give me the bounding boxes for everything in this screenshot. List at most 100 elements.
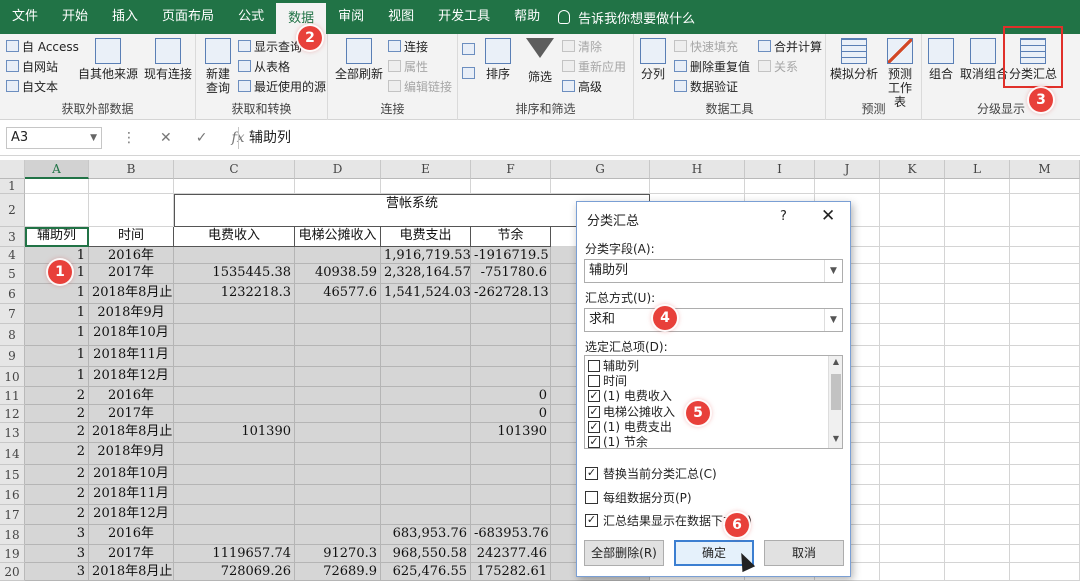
column-header-d[interactable]: D (295, 160, 381, 179)
cell[interactable]: 2016年 (89, 525, 174, 545)
cell[interactable] (880, 247, 945, 264)
cell[interactable] (945, 346, 1010, 367)
more-options-icon[interactable]: ⋮ (122, 130, 136, 146)
column-header-f[interactable]: F (471, 160, 551, 179)
row-header[interactable]: 1 (0, 179, 25, 194)
cell[interactable] (945, 324, 1010, 346)
tab-formulas[interactable]: 公式 (226, 0, 276, 34)
cell[interactable] (1010, 505, 1080, 525)
sort-za-button[interactable] (462, 64, 478, 82)
row-header[interactable]: 8 (0, 324, 25, 346)
edit-links-button[interactable]: 编辑链接 (388, 77, 452, 95)
cell[interactable]: 1,541,524.03 (381, 284, 471, 304)
checkbox-unchecked-icon[interactable] (588, 374, 600, 387)
cell[interactable] (89, 179, 174, 194)
cell[interactable] (381, 304, 471, 324)
row-header[interactable]: 20 (0, 563, 25, 581)
cell[interactable] (945, 284, 1010, 304)
header-cell[interactable]: 电梯公摊收入 (295, 227, 381, 247)
cell[interactable]: 2018年10月 (89, 324, 174, 346)
cell[interactable]: 683,953.76 (381, 525, 471, 545)
row-header[interactable]: 10 (0, 367, 25, 387)
dialog-option-checkbox[interactable]: ✓ 替换当前分类汇总(C) (585, 465, 717, 482)
tab-insert[interactable]: 插入 (100, 0, 150, 34)
cell[interactable] (471, 324, 551, 346)
cell[interactable] (471, 179, 551, 194)
cell[interactable] (381, 387, 471, 405)
cell[interactable]: 2018年8月止 (89, 284, 174, 304)
sort-button[interactable]: 排序 (480, 38, 516, 82)
connections-button[interactable]: 连接 (388, 37, 428, 55)
cell[interactable]: 2018年8月止 (89, 423, 174, 443)
cell[interactable] (295, 367, 381, 387)
row-header[interactable]: 6 (0, 284, 25, 304)
cell[interactable] (1010, 227, 1080, 247)
subtotal-item[interactable]: 辅助列 (588, 358, 639, 373)
cell[interactable] (471, 443, 551, 465)
remove-duplicates-button[interactable]: 删除重复值 (674, 57, 750, 75)
cell[interactable] (471, 505, 551, 525)
column-header-b[interactable]: B (89, 160, 174, 179)
cell[interactable] (1010, 367, 1080, 387)
cell[interactable] (880, 465, 945, 485)
cell[interactable] (295, 525, 381, 545)
cell[interactable] (551, 179, 650, 194)
cell[interactable] (25, 194, 89, 227)
cell[interactable] (295, 405, 381, 423)
cell[interactable]: 2 (25, 405, 89, 423)
column-header-m[interactable]: M (1010, 160, 1080, 179)
cell[interactable]: 2 (25, 423, 89, 443)
name-box[interactable]: A3 ▼ (6, 127, 102, 149)
active-cell-a3[interactable]: 辅助列 (25, 227, 89, 247)
cell[interactable] (1010, 525, 1080, 545)
cell[interactable] (815, 179, 880, 194)
cell[interactable]: 2 (25, 443, 89, 465)
cell[interactable]: 242377.46 (471, 545, 551, 563)
row-header[interactable]: 18 (0, 525, 25, 545)
cell[interactable] (471, 465, 551, 485)
cell[interactable]: 1 (25, 284, 89, 304)
cell[interactable] (945, 179, 1010, 194)
tell-me-box[interactable]: 告诉我你想要做什么 (558, 8, 695, 27)
subtotal-item[interactable]: ✓ (1) 节余 (588, 434, 648, 448)
cell[interactable]: 1 (25, 367, 89, 387)
forecast-sheet-button[interactable]: 预测工作表 (882, 38, 918, 109)
cell[interactable]: 2018年10月 (89, 465, 174, 485)
column-header-a[interactable]: A (25, 160, 89, 179)
cell[interactable]: 2018年9月 (89, 443, 174, 465)
what-if-button[interactable]: 模拟分析 (828, 38, 880, 82)
tab-file[interactable]: 文件 (0, 0, 50, 34)
cell[interactable]: 175282.61 (471, 563, 551, 581)
cell[interactable] (945, 247, 1010, 264)
row-header[interactable]: 14 (0, 443, 25, 465)
cell[interactable] (1010, 443, 1080, 465)
cell[interactable] (295, 387, 381, 405)
cell[interactable] (295, 346, 381, 367)
cell[interactable] (880, 264, 945, 284)
cell[interactable] (880, 563, 945, 581)
filter-button[interactable]: 筛选 (522, 38, 558, 85)
subtotal-item[interactable]: ✓ (1) 电费支出 (588, 419, 672, 434)
checkbox-checked-icon[interactable]: ✓ (585, 467, 598, 480)
cell[interactable] (1010, 485, 1080, 505)
cell[interactable] (174, 367, 295, 387)
cell[interactable] (945, 304, 1010, 324)
cell[interactable]: 72689.9 (295, 563, 381, 581)
header-cell[interactable]: 时间 (89, 227, 174, 247)
from-table-button[interactable]: 从表格 (238, 57, 290, 75)
cell[interactable] (174, 346, 295, 367)
cell[interactable] (381, 405, 471, 423)
scroll-down-icon[interactable]: ▼ (829, 434, 842, 443)
chevron-down-icon[interactable]: ▼ (824, 260, 842, 282)
close-icon[interactable]: ✕ (821, 206, 835, 226)
cell[interactable] (880, 284, 945, 304)
cell[interactable]: 101390 (471, 423, 551, 443)
help-icon[interactable]: ? (780, 209, 787, 224)
cell[interactable] (295, 465, 381, 485)
cell[interactable]: 2018年12月 (89, 505, 174, 525)
row-header[interactable]: 4 (0, 247, 25, 264)
row-header[interactable]: 13 (0, 423, 25, 443)
cell[interactable] (174, 405, 295, 423)
cell[interactable] (945, 194, 1010, 227)
cell[interactable] (174, 247, 295, 264)
